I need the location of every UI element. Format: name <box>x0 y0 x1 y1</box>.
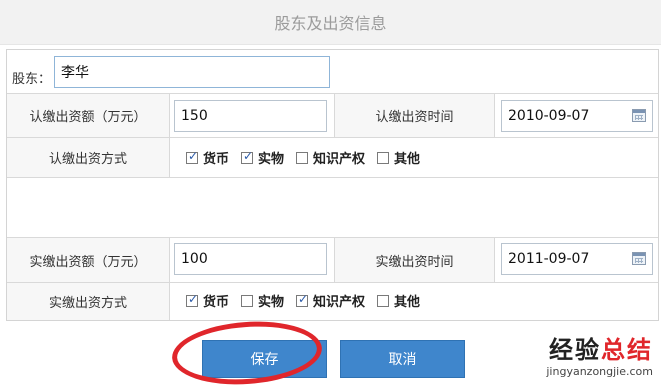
paid-amount-label: 实缴出资额（万元） <box>7 238 169 282</box>
checkbox[interactable] <box>186 149 198 164</box>
subscribed-amount-label: 认缴出资额（万元） <box>7 94 169 137</box>
subscribed-method-ip[interactable]: 知识产权 <box>296 148 365 167</box>
paid-method-physical[interactable]: 实物 <box>241 291 284 310</box>
paid-method-label: 实缴出资方式 <box>7 283 169 320</box>
calendar-icon[interactable] <box>632 252 646 265</box>
shareholder-value: 李华 <box>61 65 89 81</box>
paid-amount-input[interactable]: 100 <box>174 243 327 275</box>
watermark-url: jingyanzongjie.com <box>546 365 653 378</box>
subscribed-date-input[interactable]: 2010-09-07 <box>501 100 653 132</box>
subscribed-date-value: 2010-09-07 <box>508 108 590 124</box>
subscribed-method-other[interactable]: 其他 <box>377 148 420 167</box>
checkbox[interactable] <box>241 294 254 307</box>
checkbox[interactable] <box>377 151 390 164</box>
section-title: 股东及出资信息 <box>274 14 387 33</box>
checkbox[interactable] <box>296 151 309 164</box>
watermark-logo-text: 经验总结 <box>549 336 653 364</box>
checkbox[interactable] <box>377 294 390 307</box>
shareholder-form: 股东： 李华 认缴出资额（万元） 150 认缴出资时间 2010-09-07 认… <box>6 49 659 321</box>
paid-method-currency[interactable]: 货币 <box>186 291 229 310</box>
subscribed-time-label: 认缴出资时间 <box>335 94 494 137</box>
subscribed-amount-value: 150 <box>181 108 208 124</box>
subscribed-method-physical[interactable]: 实物 <box>241 148 284 167</box>
paid-date-value: 2011-09-07 <box>508 251 590 267</box>
subscribed-method-label: 认缴出资方式 <box>7 138 169 177</box>
subscribed-method-options: 货币 实物 知识产权 其他 <box>186 148 432 167</box>
shareholder-input[interactable]: 李华 <box>54 56 330 88</box>
paid-time-label: 实缴出资时间 <box>335 238 494 282</box>
calendar-icon[interactable] <box>632 109 646 122</box>
paid-amount-value: 100 <box>181 251 208 267</box>
subscribed-amount-input[interactable]: 150 <box>174 100 327 132</box>
paid-date-input[interactable]: 2011-09-07 <box>501 243 653 275</box>
cancel-button[interactable]: 取消 <box>340 340 465 378</box>
checkbox[interactable] <box>241 149 253 164</box>
paid-method-ip[interactable]: 知识产权 <box>296 291 365 310</box>
checkbox[interactable] <box>296 292 308 307</box>
paid-method-options: 货币 实物 知识产权 其他 <box>186 291 432 310</box>
subscribed-method-currency[interactable]: 货币 <box>186 148 229 167</box>
watermark: 经验总结 jingyanzongjie.com <box>546 330 653 378</box>
shareholder-label: 股东： <box>12 72 52 87</box>
highlight-ring <box>170 316 324 389</box>
section-header: 股东及出资信息 <box>0 0 661 45</box>
checkbox[interactable] <box>186 292 198 307</box>
paid-method-other[interactable]: 其他 <box>377 291 420 310</box>
